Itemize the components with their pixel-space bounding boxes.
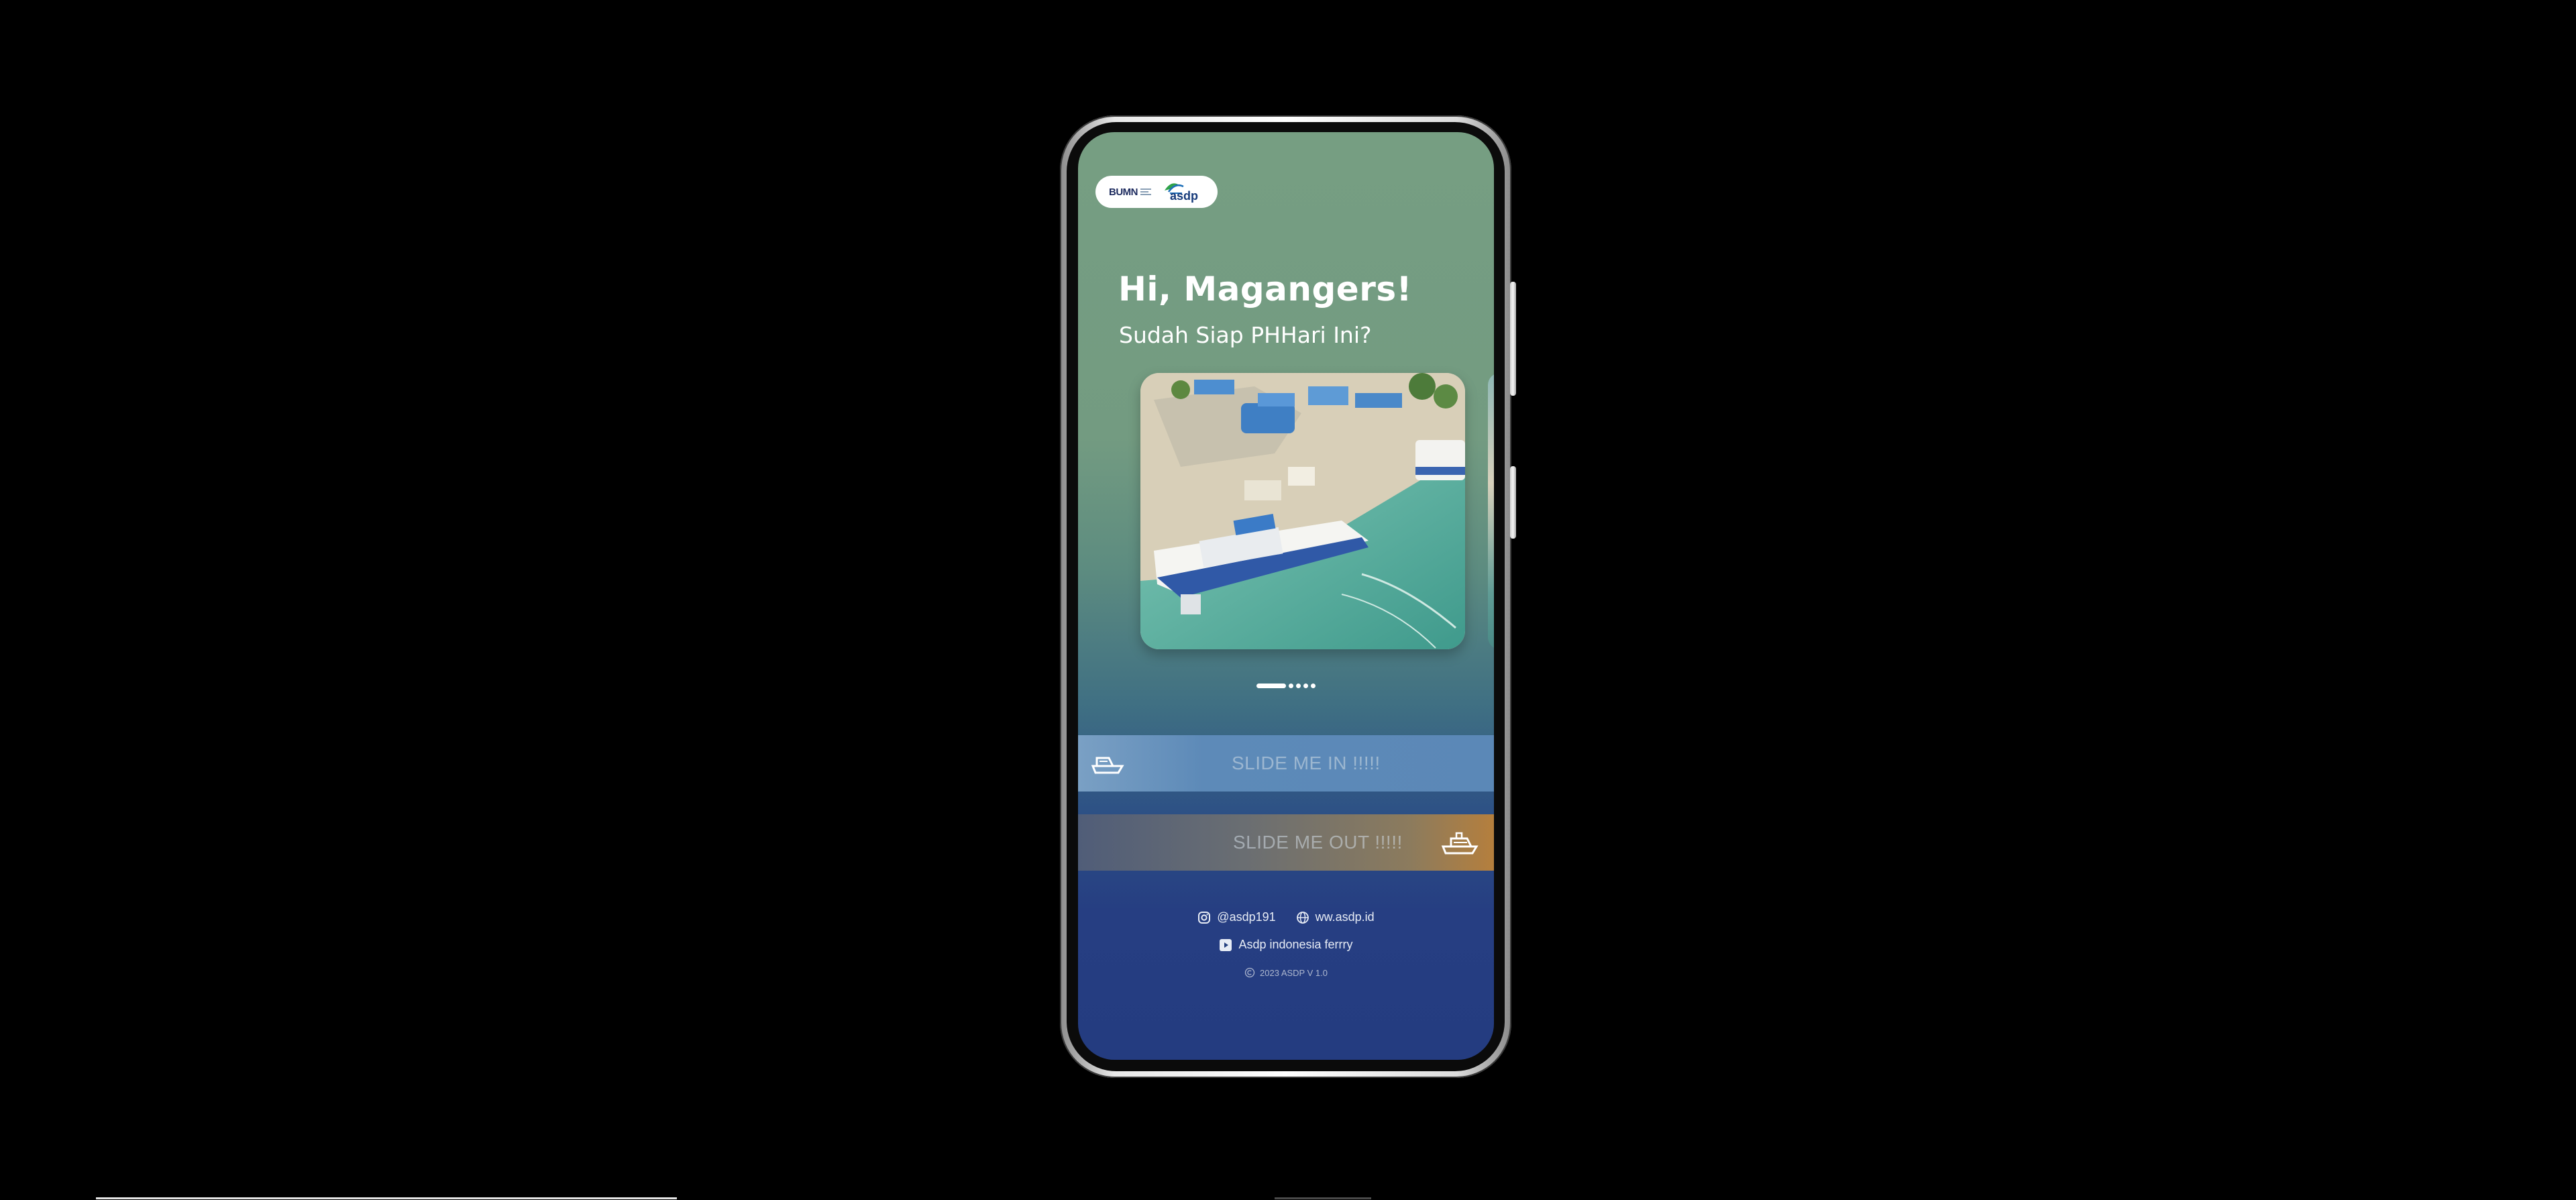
footer: @asdp191 ww.asdp.id Asdp indonesia ferrr… (1078, 910, 1494, 978)
bumn-logo-text: BUMN (1109, 186, 1138, 198)
youtube-icon (1220, 938, 1232, 951)
greeting-title: Hi, Magangers! (1118, 270, 1412, 309)
carousel-dot[interactable] (1311, 684, 1316, 688)
greeting-subtitle: Sudah Siap PHHari Ini? (1119, 322, 1372, 348)
globe-icon (1296, 911, 1309, 924)
carousel-slide-harbour[interactable] (1140, 373, 1465, 649)
copyright-text: 2023 ASDP V 1.0 (1260, 967, 1328, 978)
ship-icon[interactable] (1440, 829, 1479, 856)
slide-in-label: SLIDE ME IN !!!!! (1232, 753, 1381, 773)
carousel-slide-next[interactable] (1488, 373, 1494, 649)
carousel-dot-active[interactable] (1256, 684, 1286, 688)
partner-logo-pill: BUMN asdp (1095, 176, 1218, 208)
power-button (1510, 466, 1516, 539)
scrollbar-handle[interactable] (1275, 1197, 1371, 1199)
slide-out-bar[interactable]: SLIDE ME OUT !!!!! (1078, 814, 1494, 871)
carousel-dot[interactable] (1303, 684, 1308, 688)
website-url: ww.asdp.id (1315, 910, 1375, 924)
asdp-logo-text: asdp (1170, 189, 1199, 203)
slide-in-bar[interactable]: SLIDE ME IN !!!!! (1078, 735, 1494, 792)
bumn-logo: BUMN (1109, 186, 1151, 198)
youtube-channel: Asdp indonesia ferrry (1238, 938, 1353, 951)
instagram-icon (1198, 911, 1211, 924)
carousel-dot[interactable] (1296, 684, 1301, 688)
footer-social-row: @asdp191 ww.asdp.id (1078, 910, 1494, 924)
carousel-dot[interactable] (1289, 684, 1293, 688)
copyright: 2023 ASDP V 1.0 (1078, 967, 1494, 978)
copyright-icon (1244, 967, 1255, 978)
volume-button (1510, 282, 1516, 396)
asdp-logo: asdp (1162, 178, 1199, 205)
instagram-link[interactable]: @asdp191 (1197, 910, 1276, 924)
ferry-icon[interactable] (1089, 750, 1126, 777)
horizontal-scrollbar[interactable] (96, 1197, 677, 1199)
carousel-indicator (1256, 684, 1316, 688)
bumn-logo-lines (1140, 188, 1151, 195)
youtube-link[interactable]: Asdp indonesia ferrry (1078, 938, 1494, 952)
instagram-handle: @asdp191 (1217, 910, 1276, 924)
app-screen: BUMN asdp Hi, Magangers! Sudah Siap PHHa… (1078, 132, 1494, 1060)
slide-out-label: SLIDE ME OUT !!!!! (1233, 832, 1403, 853)
website-link[interactable]: ww.asdp.id (1296, 910, 1375, 924)
harbour-photo (1140, 373, 1465, 649)
